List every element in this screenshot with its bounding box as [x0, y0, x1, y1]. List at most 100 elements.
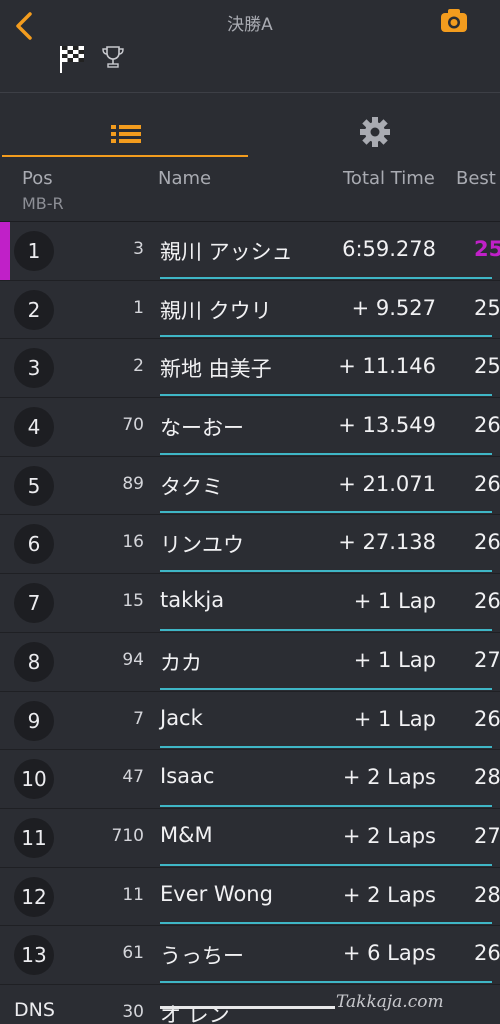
total-time: + 1 Lap — [353, 647, 436, 672]
best-lap: 27 — [474, 823, 500, 848]
position-badge: 3 — [14, 348, 54, 389]
driver-name: カカ — [160, 650, 202, 675]
table-row[interactable]: 11 710 M&M + 2 Laps 27 — [0, 809, 500, 868]
best-lap: 25 — [474, 354, 500, 379]
total-time: + 2 Laps — [342, 823, 436, 848]
best-lap: 26 — [474, 706, 500, 731]
total-time: + 11.146 — [338, 354, 436, 379]
kart-number: 7 — [133, 708, 144, 729]
leader-marker — [0, 222, 10, 280]
driver-name: Isaac — [160, 764, 215, 789]
best-lap: 26 — [474, 413, 500, 438]
tab-bar — [0, 100, 500, 158]
header-best[interactable]: Best — [456, 168, 496, 189]
page-title: 決勝A — [227, 15, 273, 35]
position-badge: 9 — [14, 700, 54, 741]
total-time: + 27.138 — [338, 530, 436, 555]
row-underline — [160, 980, 492, 983]
kart-number: 70 — [122, 415, 144, 436]
driver-name: 新地 由美子 — [160, 357, 272, 382]
best-lap: 25 — [474, 237, 500, 261]
header-name[interactable]: Name — [158, 168, 211, 189]
table-row[interactable]: 7 15 takkja + 1 Lap 26 — [0, 574, 500, 633]
position-badge: 6 — [14, 524, 54, 565]
row-underline — [160, 452, 492, 455]
position-badge: 2 — [14, 289, 54, 330]
table-row[interactable]: 5 89 タクミ + 21.071 26 — [0, 457, 500, 516]
table-row[interactable]: 10 47 Isaac + 2 Laps 28 — [0, 750, 500, 809]
driver-name: Ever Wong — [160, 881, 273, 906]
position-badge: 10 — [14, 759, 54, 800]
row-underline — [160, 922, 492, 925]
driver-name: オ レン — [160, 1002, 230, 1024]
best-lap: 27 — [474, 647, 500, 672]
kart-number: 1 — [133, 297, 144, 318]
tab-settings[interactable] — [250, 100, 500, 158]
table-row[interactable]: 3 2 新地 由美子 + 11.146 25 — [0, 339, 500, 399]
total-time: 6:59.278 — [342, 237, 436, 261]
kart-number: 15 — [122, 591, 144, 612]
row-underline — [160, 394, 492, 397]
kart-number: 2 — [133, 356, 144, 377]
row-underline — [160, 687, 492, 690]
position-badge: DNS — [14, 998, 55, 1021]
kart-number: 710 — [111, 825, 144, 846]
position-badge: 1 — [14, 231, 54, 271]
header-divider — [0, 92, 500, 93]
table-row[interactable]: 6 16 リンユウ + 27.138 26 — [0, 515, 500, 575]
total-time: + 2 Laps — [342, 882, 436, 907]
top-bar: 決勝A — [0, 0, 500, 92]
row-underline — [160, 276, 492, 279]
kart-number: 94 — [122, 649, 144, 670]
kart-number: 47 — [122, 767, 144, 788]
total-time: + 13.549 — [338, 413, 436, 438]
tab-results-list[interactable] — [0, 100, 250, 158]
camera-icon[interactable] — [440, 8, 468, 34]
table-row[interactable]: 13 61 うっちー + 6 Laps 26 — [0, 926, 500, 985]
row-underline — [160, 746, 492, 749]
row-underline — [160, 863, 492, 866]
total-time: + 6 Laps — [342, 941, 436, 966]
kart-number: 11 — [122, 884, 144, 905]
results-table: 1 3 親川 アッシュ 6:59.278 25 2 1 親川 クウリ + 9.527 25 3 2 新地… — [0, 222, 500, 1024]
total-time: + 1 Lap — [353, 589, 436, 614]
best-lap: 25 — [474, 295, 500, 320]
table-row[interactable]: 2 1 親川 クウリ + 9.527 25 — [0, 281, 500, 340]
driver-name: M&M — [160, 822, 213, 847]
position-badge: 8 — [14, 641, 54, 682]
home-indicator — [160, 1006, 335, 1009]
trophy-icon[interactable] — [100, 44, 126, 70]
best-lap: 26 — [474, 471, 500, 496]
watermark: Takkaja.com — [336, 992, 444, 1012]
best-lap: 26 — [474, 530, 500, 555]
driver-name: リンユウ — [160, 533, 244, 558]
best-lap: 26 — [474, 589, 500, 614]
table-row[interactable]: 4 70 なーおー + 13.549 26 — [0, 398, 500, 457]
total-time: + 21.071 — [338, 471, 436, 496]
position-badge: 7 — [14, 583, 54, 624]
column-header: Pos Name Total Time Best — [0, 160, 500, 198]
table-row[interactable]: 12 11 Ever Wong + 2 Laps 28 — [0, 868, 500, 927]
total-time: + 9.527 — [351, 295, 436, 320]
driver-name: takkja — [160, 588, 225, 613]
header-total-time[interactable]: Total Time — [343, 168, 435, 189]
table-row[interactable]: 8 94 カカ + 1 Lap 27 — [0, 633, 500, 692]
gear-icon — [360, 117, 390, 147]
total-time: + 1 Lap — [353, 706, 436, 731]
driver-name: なーおー — [160, 416, 244, 441]
total-time: + 2 Laps — [342, 765, 436, 790]
position-badge: 13 — [14, 935, 54, 976]
row-underline — [160, 628, 492, 631]
header-pos[interactable]: Pos — [22, 168, 53, 189]
position-badge: 12 — [14, 876, 54, 917]
position-badge: 11 — [14, 817, 54, 858]
table-row[interactable]: 9 7 Jack + 1 Lap 26 — [0, 692, 500, 751]
active-tab-indicator — [2, 155, 248, 157]
table-row[interactable]: 1 3 親川 アッシュ 6:59.278 25 — [0, 222, 500, 281]
list-icon — [111, 125, 141, 143]
driver-name: 親川 アッシュ — [160, 240, 293, 264]
row-underline — [160, 804, 492, 807]
class-label: MB-R — [22, 194, 64, 213]
best-lap: 26 — [474, 941, 500, 966]
checkered-flag-icon[interactable] — [58, 44, 86, 73]
